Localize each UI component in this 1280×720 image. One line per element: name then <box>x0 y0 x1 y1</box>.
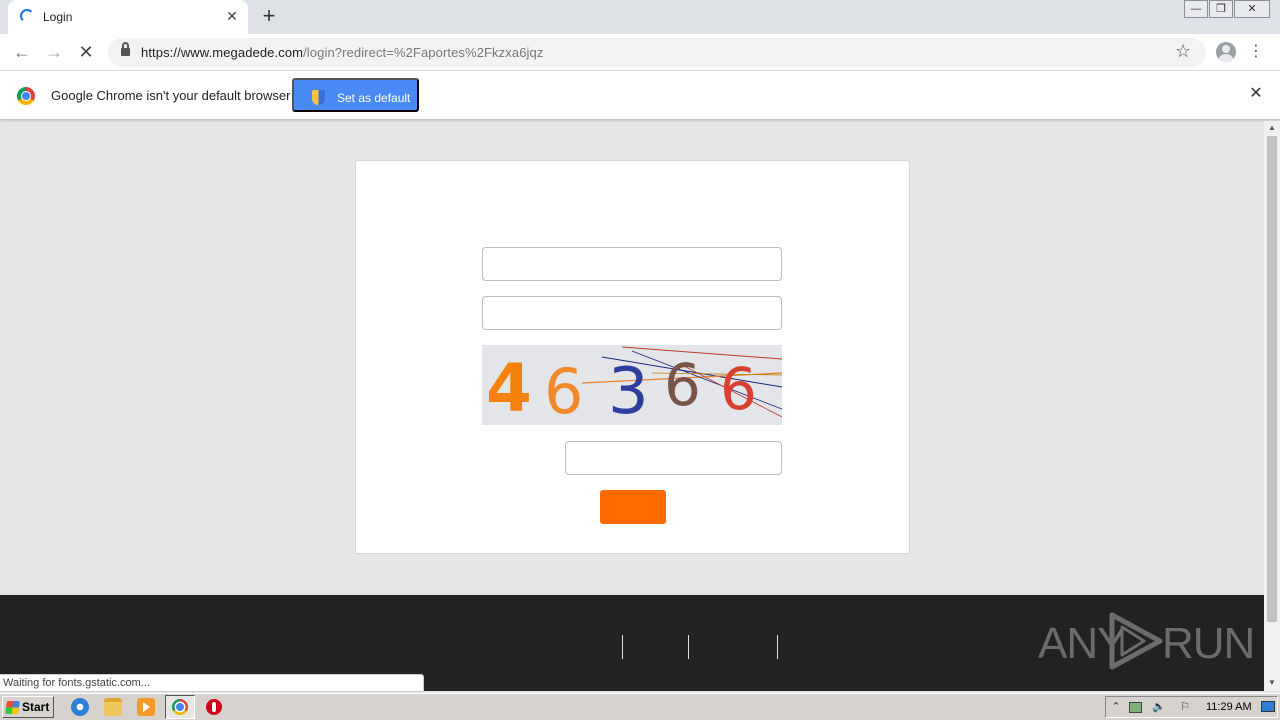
url-path: /login?redirect=%2Faportes%2Fkzxa6jqz <box>303 45 544 60</box>
taskbar-clock[interactable]: 11:29 AM <box>1206 701 1252 713</box>
forward-button[interactable]: → <box>43 41 65 63</box>
profile-avatar-icon[interactable] <box>1216 42 1236 62</box>
tab-title: Login <box>43 10 73 24</box>
restore-window-button[interactable]: ❐ <box>1209 0 1233 18</box>
captcha-digit: 6 <box>720 355 757 423</box>
captcha-digit: 6 <box>544 355 583 425</box>
new-tab-button[interactable]: + <box>258 5 280 28</box>
browser-toolbar: ← → ✕ https://www.megadede.com/login?red… <box>0 34 1280 71</box>
login-submit-button[interactable] <box>600 490 666 524</box>
close-window-button[interactable]: ✕ <box>1234 0 1270 18</box>
scroll-up-icon[interactable]: ▲ <box>1264 121 1280 135</box>
footer-separator <box>777 635 778 659</box>
username-input[interactable] <box>482 247 782 281</box>
start-label: Start <box>22 700 50 714</box>
taskbar-chrome-button[interactable] <box>165 695 195 719</box>
anyrun-watermark: ANY RUN <box>1038 609 1255 671</box>
captcha-digit: 6 <box>664 351 701 419</box>
chrome-menu-icon[interactable]: ⋮ <box>1248 44 1264 60</box>
system-tray: ⌃ 🔈 ⚐ 11:29 AM <box>1105 696 1278 718</box>
captcha-drawing: 4 6 3 6 6 <box>486 346 783 429</box>
tab-strip: Login ✕ + — ❐ ✕ <box>0 0 1280 34</box>
tab-login[interactable]: Login ✕ <box>8 0 248 34</box>
watermark-right-text: RUN <box>1162 619 1255 668</box>
footer-separator <box>688 635 689 659</box>
play-logo-icon <box>1109 612 1163 670</box>
login-card: 4 6 3 6 6 <box>355 160 910 554</box>
captcha-digit: 3 <box>608 355 649 425</box>
page-scrollbar[interactable]: ▲ ▼ <box>1264 121 1280 691</box>
uac-shield-icon <box>312 90 325 105</box>
start-button[interactable]: Start <box>2 696 54 718</box>
action-center-flag-icon[interactable]: ⚐ <box>1178 700 1192 714</box>
captcha-input[interactable] <box>565 441 782 475</box>
media-player-icon[interactable] <box>137 698 155 716</box>
chrome-icon <box>172 699 188 715</box>
stop-loading-button[interactable]: ✕ <box>75 41 97 63</box>
volume-icon[interactable]: 🔈 <box>1152 700 1166 714</box>
status-bubble: Waiting for fonts.gstatic.com... <box>0 674 424 692</box>
tab-close-icon[interactable]: ✕ <box>224 8 240 24</box>
internet-explorer-icon[interactable] <box>71 698 89 716</box>
network-icon[interactable] <box>1129 702 1142 713</box>
infobar-close-icon[interactable]: ✕ <box>1248 86 1264 102</box>
address-bar[interactable]: https://www.megadede.com/login?redirect=… <box>108 38 1206 67</box>
windows-taskbar: Start ⌃ 🔈 ⚐ 11:29 AM <box>0 693 1280 720</box>
loading-spinner-icon <box>20 9 34 23</box>
password-input[interactable] <box>482 296 782 330</box>
infobar-message: Google Chrome isn't your default browser <box>51 88 291 103</box>
opera-icon[interactable] <box>206 699 222 715</box>
chrome-logo-icon <box>17 87 35 105</box>
show-desktop-icon[interactable] <box>1261 701 1275 712</box>
set-as-default-label: Set as default <box>337 91 411 105</box>
minimize-window-button[interactable]: — <box>1184 0 1208 18</box>
back-button[interactable]: ← <box>11 41 33 63</box>
scroll-down-icon[interactable]: ▼ <box>1264 676 1280 690</box>
captcha-digit: 4 <box>486 350 532 425</box>
footer-separator <box>622 635 623 659</box>
file-explorer-icon[interactable] <box>104 698 122 716</box>
default-browser-infobar: Google Chrome isn't your default browser… <box>0 71 1280 120</box>
scroll-thumb[interactable] <box>1267 136 1277 622</box>
url-text[interactable]: https://www.megadede.com/login?redirect=… <box>141 45 543 60</box>
lock-icon[interactable] <box>121 42 130 58</box>
windows-logo-icon <box>5 701 20 714</box>
url-host: https://www.megadede.com <box>141 45 304 60</box>
set-as-default-button[interactable]: Set as default <box>292 78 419 112</box>
captcha-image: 4 6 3 6 6 <box>482 345 783 429</box>
bookmark-star-icon[interactable]: ☆ <box>1175 41 1191 62</box>
tray-expand-icon[interactable]: ⌃ <box>1109 700 1123 714</box>
